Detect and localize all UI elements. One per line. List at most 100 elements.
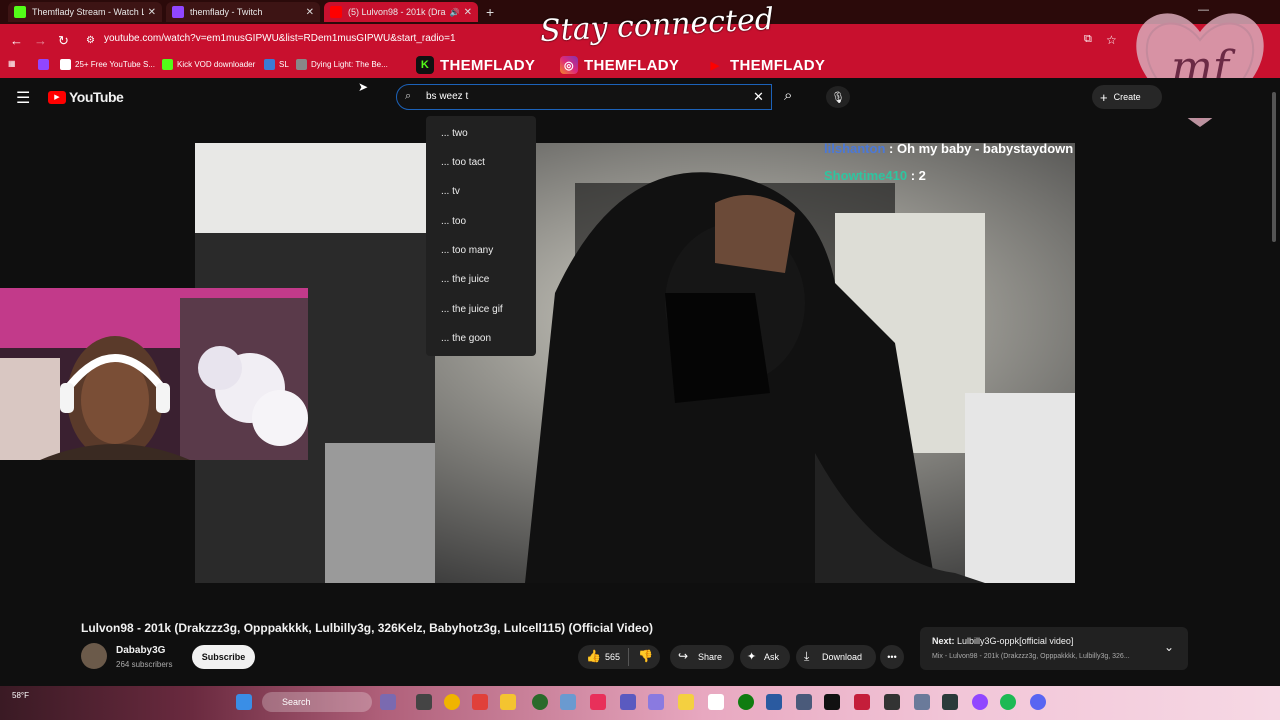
file-explorer-icon[interactable]	[500, 694, 516, 710]
bookmark-item[interactable]: Dying Light: The Be...	[296, 59, 388, 70]
menu-icon[interactable]: ☰	[16, 88, 30, 108]
ask-button[interactable]: ✦ Ask	[740, 645, 790, 669]
xbox-icon[interactable]	[738, 694, 754, 710]
youtube-play-icon: ▶	[48, 90, 66, 104]
tab-youtube-active[interactable]: (5) Lulvon98 - 201k (Drakzz 🔊 ✕	[324, 2, 478, 22]
more-actions-button[interactable]: •••	[880, 645, 904, 669]
suggestion-item[interactable]: ... the juice	[441, 274, 489, 285]
tab-title: Themflady Stream - Watch Live	[32, 7, 144, 17]
kick-favicon-icon	[14, 6, 26, 18]
next-title-line: Next: Lulbilly3G-oppk[official video]	[932, 636, 1073, 646]
plus-icon: +	[1100, 89, 1108, 105]
store-icon[interactable]	[560, 694, 576, 710]
app-icon[interactable]	[532, 694, 548, 710]
app-icon[interactable]	[708, 694, 724, 710]
close-tab-icon[interactable]: ✕	[148, 7, 156, 18]
tab-title: themflady - Twitch	[190, 7, 263, 17]
close-tab-icon[interactable]: ✕	[464, 7, 472, 18]
up-next-panel[interactable]: Next: Lulbilly3G-oppk[official video] Mi…	[920, 627, 1188, 670]
app-icon[interactable]	[472, 694, 488, 710]
bookmark-label: SL	[279, 60, 289, 69]
subscribe-button[interactable]: Subscribe	[192, 645, 255, 669]
app-icon[interactable]	[796, 694, 812, 710]
music-icon[interactable]	[590, 694, 606, 710]
speaker-icon[interactable]: 🔊	[450, 8, 460, 17]
bookmark-item[interactable]: SL	[264, 59, 289, 70]
new-tab-button[interactable]: +	[486, 4, 494, 20]
bookmark-star-icon[interactable]: ☆	[1106, 33, 1117, 47]
suggestion-item[interactable]: ... two	[441, 128, 468, 139]
channel-name[interactable]: Dababy3G	[116, 645, 165, 656]
like-icon[interactable]: 👍	[586, 649, 601, 663]
video-title: Lulvon98 - 201k (Drakzzz3g, Opppakkkk, L…	[81, 621, 653, 635]
download-button[interactable]: ⤓ Download	[796, 645, 876, 669]
suggestion-item[interactable]: ... too	[441, 216, 466, 227]
suggestion-item[interactable]: ... too tact	[441, 157, 485, 168]
app-icon[interactable]	[416, 694, 432, 710]
video-player[interactable]	[195, 143, 1075, 583]
taskbar-search[interactable]: Search	[262, 692, 372, 712]
url-field[interactable]: youtube.com/watch?v=em1musGIPWU&list=RDe…	[104, 33, 456, 44]
app-icon[interactable]	[854, 694, 870, 710]
weather-widget[interactable]: 58°F	[12, 691, 29, 700]
site-info-icon[interactable]: ⚙	[86, 35, 95, 46]
tab-twitch[interactable]: themflady - Twitch ✕	[166, 2, 320, 22]
app-icon[interactable]	[972, 694, 988, 710]
page-icon	[60, 59, 71, 70]
settings-icon[interactable]	[914, 694, 930, 710]
app-icon[interactable]	[884, 694, 900, 710]
search-input[interactable]: bs weez t	[426, 91, 468, 102]
bookmark-label: 25+ Free YouTube S...	[75, 60, 155, 69]
page-scrollbar[interactable]	[1272, 92, 1276, 242]
mail-icon[interactable]	[620, 694, 636, 710]
app-icon[interactable]	[942, 694, 958, 710]
youtube-logo[interactable]: ▶ YouTube	[48, 89, 124, 105]
task-view-icon[interactable]	[380, 694, 396, 710]
youtube-favicon-icon	[330, 6, 342, 18]
twitch-icon	[38, 59, 49, 70]
suggestion-item[interactable]: ... the goon	[441, 333, 491, 344]
spotify-icon[interactable]	[1000, 694, 1016, 710]
search-icon: ⌕	[784, 87, 793, 104]
social-handle: THEMFLADY	[584, 56, 680, 74]
chat-message: lilshanton : Oh my baby - babystaydown	[824, 141, 1074, 156]
clear-search-icon[interactable]: ✕	[753, 89, 764, 105]
app-icon[interactable]	[678, 694, 694, 710]
share-icon: ↪	[678, 649, 689, 663]
chrome-icon[interactable]	[444, 694, 460, 710]
mic-icon: 🎙	[831, 91, 845, 104]
chat-username: lilshanton	[824, 141, 886, 156]
suggestion-item[interactable]: ... the juice gif	[441, 304, 503, 315]
ask-label: Ask	[764, 652, 780, 662]
back-icon[interactable]: ←	[10, 33, 23, 48]
instagram-icon: ◎	[560, 56, 578, 74]
suggestion-item[interactable]: ... tv	[441, 186, 460, 197]
create-button[interactable]: + Create	[1092, 85, 1162, 109]
divider	[628, 648, 629, 666]
search-button[interactable]: ⌕	[772, 84, 812, 110]
open-in-app-icon[interactable]: ⧉	[1084, 33, 1092, 46]
dislike-icon[interactable]: 👎	[638, 649, 653, 663]
windows-taskbar	[0, 686, 1280, 720]
suggestion-item[interactable]: ... too many	[441, 245, 493, 256]
voice-search-button[interactable]: 🎙	[826, 86, 850, 108]
forward-icon[interactable]: →	[34, 33, 47, 48]
channel-avatar[interactable]	[81, 643, 107, 669]
bookmark-twitch[interactable]	[38, 59, 53, 70]
apps-icon[interactable]: ▦	[8, 59, 16, 68]
app-icon[interactable]	[766, 694, 782, 710]
search-box[interactable]: ⌕ bs weez t ✕	[396, 84, 772, 110]
next-mix: Mix - Lulvon98 - 201k (Drakzzz3g, Opppak…	[932, 653, 1130, 660]
bookmark-item[interactable]: 25+ Free YouTube S...	[60, 59, 155, 70]
windows-start-icon[interactable]	[236, 694, 252, 710]
tiktok-icon[interactable]	[824, 694, 840, 710]
bookmark-item[interactable]: Kick VOD downloader	[162, 59, 255, 70]
discord-icon[interactable]	[1030, 694, 1046, 710]
share-button[interactable]: ↪ Share	[670, 645, 734, 669]
app-icon[interactable]	[648, 694, 664, 710]
close-tab-icon[interactable]: ✕	[306, 7, 314, 18]
chevron-down-icon[interactable]: ⌄	[1164, 640, 1174, 654]
tab-kick[interactable]: Themflady Stream - Watch Live ✕	[8, 2, 162, 22]
reload-icon[interactable]: ↻	[58, 33, 69, 49]
bookmark-label: Dying Light: The Be...	[311, 60, 388, 69]
